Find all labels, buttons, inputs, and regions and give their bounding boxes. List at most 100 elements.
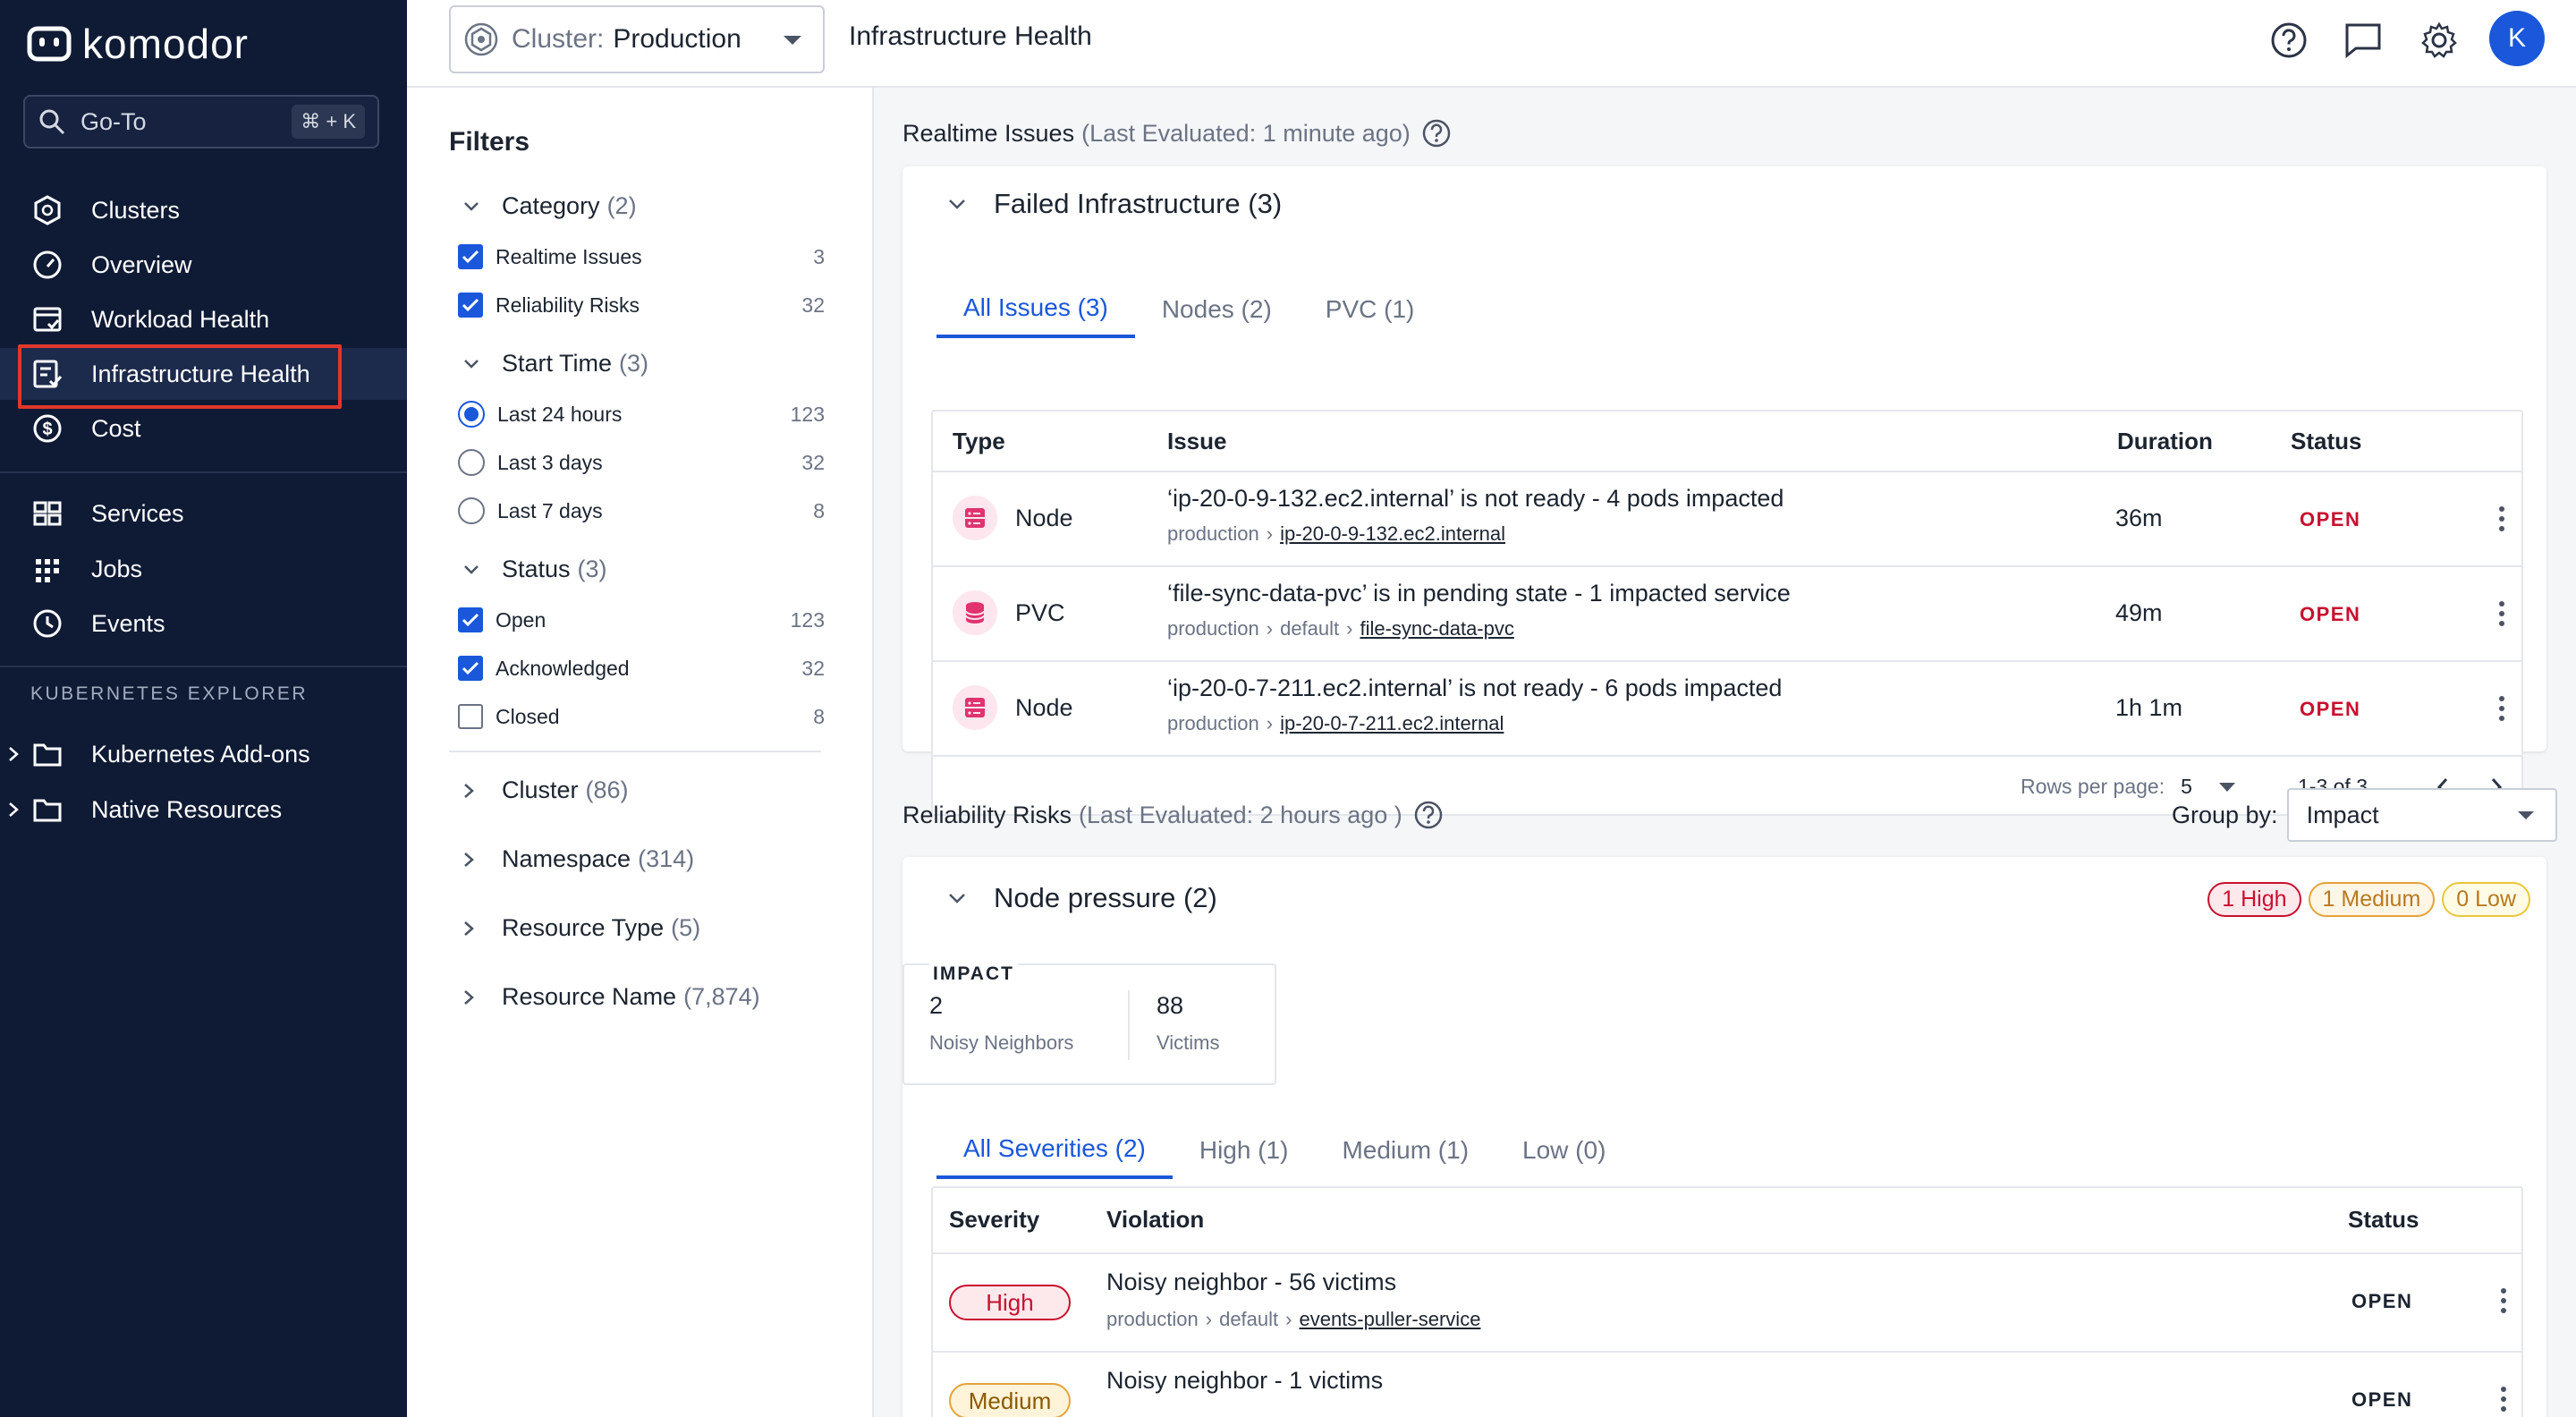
chevron-down-icon[interactable] — [947, 198, 967, 210]
node-server-icon — [953, 685, 997, 730]
checkbox[interactable] — [458, 704, 483, 729]
sidebar-item-clusters[interactable]: Clusters — [0, 184, 407, 236]
more-options-icon[interactable] — [2495, 1283, 2512, 1319]
chevron-right-icon[interactable] — [7, 745, 25, 763]
card-header[interactable]: Node pressure (2) — [947, 882, 1217, 914]
cluster-selector[interactable]: Cluster: Production — [449, 5, 825, 73]
radio-button[interactable] — [458, 497, 485, 524]
violation-title[interactable]: Noisy neighbor - 56 victims — [1106, 1269, 1396, 1296]
tree-item-native-resources[interactable]: Native Resources — [0, 784, 282, 836]
card-title: Node pressure (2) — [994, 882, 1217, 913]
tab-high[interactable]: High (1) — [1173, 1122, 1316, 1179]
resource-link[interactable]: events-puller-service — [1299, 1308, 1480, 1331]
filter-option-last-7-days[interactable]: Last 7 days 8 — [458, 493, 825, 529]
filter-group-resource-name[interactable]: Resource Name (7,874) — [462, 983, 760, 1011]
help-icon[interactable] — [2268, 20, 2309, 61]
checkbox[interactable] — [458, 244, 483, 269]
resource-link[interactable]: file-sync-data-pvc — [1360, 617, 1513, 641]
node-server-icon — [953, 496, 997, 540]
pvc-database-icon — [953, 590, 997, 635]
more-options-icon[interactable] — [2493, 691, 2511, 726]
filter-group-start-time[interactable]: Start Time (3) — [462, 350, 648, 378]
realtime-issues-header: Realtime Issues (Last Evaluated: 1 minut… — [902, 118, 1452, 148]
avatar[interactable]: K — [2489, 11, 2545, 66]
filter-option-acknowledged[interactable]: Acknowledged 32 — [458, 650, 825, 686]
more-options-icon[interactable] — [2493, 596, 2511, 632]
chevron-right-icon[interactable] — [7, 801, 25, 819]
tab-nodes[interactable]: Nodes (2) — [1135, 281, 1299, 338]
tab-medium[interactable]: Medium (1) — [1315, 1122, 1496, 1179]
checkbox[interactable] — [458, 607, 483, 632]
filter-option-last-24-hours[interactable]: Last 24 hours 123 — [458, 396, 825, 432]
sidebar-item-services[interactable]: Services — [0, 488, 407, 539]
tab-all-issues[interactable]: All Issues (3) — [936, 281, 1135, 338]
goto-search[interactable]: Go-To ⌘ + K — [23, 95, 379, 148]
tree-item-kubernetes-addons[interactable]: Kubernetes Add-ons — [0, 728, 310, 780]
help-icon[interactable] — [1413, 800, 1444, 830]
filter-option-closed[interactable]: Closed 8 — [458, 699, 825, 734]
more-options-icon[interactable] — [2495, 1381, 2512, 1417]
issue-title[interactable]: ‘ip-20-0-7-211.ec2.internal’ is not read… — [1167, 675, 1782, 702]
table-row[interactable]: Node ‘ip-20-0-7-211.ec2.internal’ is not… — [933, 660, 2521, 755]
severity-tabs: All Severities (2) High (1) Medium (1) L… — [936, 1122, 1632, 1179]
chevron-right-icon — [462, 851, 482, 869]
filter-option-reliability-risks[interactable]: Reliability Risks 32 — [458, 287, 825, 323]
filter-option-open[interactable]: Open 123 — [458, 602, 825, 638]
filter-option-count: 3 — [813, 244, 825, 268]
filter-group-category[interactable]: Category (2) — [462, 192, 637, 220]
filter-option-count: 8 — [813, 704, 825, 728]
gear-icon[interactable] — [2419, 20, 2460, 61]
komodor-logo-icon — [27, 26, 72, 62]
sidebar-item-cost[interactable]: $ Cost — [0, 403, 407, 454]
komodor-logo[interactable]: komodor — [27, 20, 249, 68]
help-icon[interactable] — [1421, 118, 1452, 148]
filter-group-status[interactable]: Status (3) — [462, 556, 607, 583]
tab-low[interactable]: Low (0) — [1496, 1122, 1632, 1179]
table-row[interactable]: High Noisy neighbor - 56 victims product… — [933, 1252, 2521, 1351]
top-bar: Cluster: Production Infrastructure Healt… — [407, 0, 2576, 88]
issue-title[interactable]: ‘ip-20-0-9-132.ec2.internal’ is not read… — [1167, 485, 1784, 513]
sidebar-item-events[interactable]: Events — [0, 598, 407, 649]
filters-title: Filters — [449, 127, 530, 157]
resource-link[interactable]: ip-20-0-9-132.ec2.internal — [1280, 522, 1505, 546]
cluster-icon — [463, 21, 499, 57]
filter-group-cluster[interactable]: Cluster (86) — [462, 776, 629, 804]
chevron-down-icon[interactable] — [947, 892, 967, 904]
severity-summary: 1 High 1 Medium 0 Low — [2200, 882, 2530, 917]
jobs-dots-icon — [32, 554, 63, 584]
sidebar-item-infrastructure-health[interactable]: Infrastructure Health — [0, 348, 407, 400]
table-row[interactable]: Medium Noisy neighbor - 1 victims OPEN — [933, 1351, 2521, 1417]
filter-group-namespace[interactable]: Namespace (314) — [462, 845, 694, 873]
group-by-select[interactable]: Impact — [2286, 788, 2557, 842]
violation-title[interactable]: Noisy neighbor - 1 victims — [1106, 1367, 1383, 1395]
tab-pvc[interactable]: PVC (1) — [1299, 281, 1442, 338]
filter-group-resource-type[interactable]: Resource Type (5) — [462, 914, 700, 942]
column-header-severity: Severity — [949, 1206, 1040, 1233]
table-row[interactable]: PVC ‘file-sync-data-pvc’ is in pending s… — [933, 565, 2521, 660]
resource-link[interactable]: ip-20-0-7-211.ec2.internal — [1280, 712, 1504, 735]
chevron-right-icon — [462, 920, 482, 938]
page-title: Infrastructure Health — [849, 21, 1092, 51]
dollar-icon: $ — [32, 413, 63, 444]
checkbox[interactable] — [458, 293, 483, 318]
checkbox[interactable] — [458, 656, 483, 681]
filter-option-last-3-days[interactable]: Last 3 days 32 — [458, 445, 825, 480]
tab-all-severities[interactable]: All Severities (2) — [936, 1122, 1173, 1179]
chat-icon[interactable] — [2343, 20, 2384, 61]
filter-option-label: Open — [496, 607, 547, 632]
filter-option-realtime-issues[interactable]: Realtime Issues 3 — [458, 239, 825, 275]
more-options-icon[interactable] — [2493, 501, 2511, 537]
impact-label: IMPACT — [929, 963, 1018, 985]
issue-title[interactable]: ‘file-sync-data-pvc’ is in pending state… — [1167, 580, 1791, 607]
sidebar-item-overview[interactable]: Overview — [0, 239, 407, 291]
radio-button[interactable] — [458, 401, 485, 428]
status-badge: OPEN — [2351, 1290, 2413, 1312]
filter-group-label: Resource Type — [502, 914, 665, 941]
issues-table: Type Issue Duration Status Node ‘ip-20-0… — [931, 410, 2523, 816]
radio-button[interactable] — [458, 449, 485, 476]
sidebar-item-jobs[interactable]: Jobs — [0, 543, 407, 595]
sidebar-item-workload-health[interactable]: Workload Health — [0, 293, 407, 345]
card-header[interactable]: Failed Infrastructure (3) — [947, 188, 1282, 220]
last-evaluated: (Last Evaluated: 2 hours ago ) — [1079, 801, 1402, 828]
table-row[interactable]: Node ‘ip-20-0-9-132.ec2.internal’ is not… — [933, 471, 2521, 565]
